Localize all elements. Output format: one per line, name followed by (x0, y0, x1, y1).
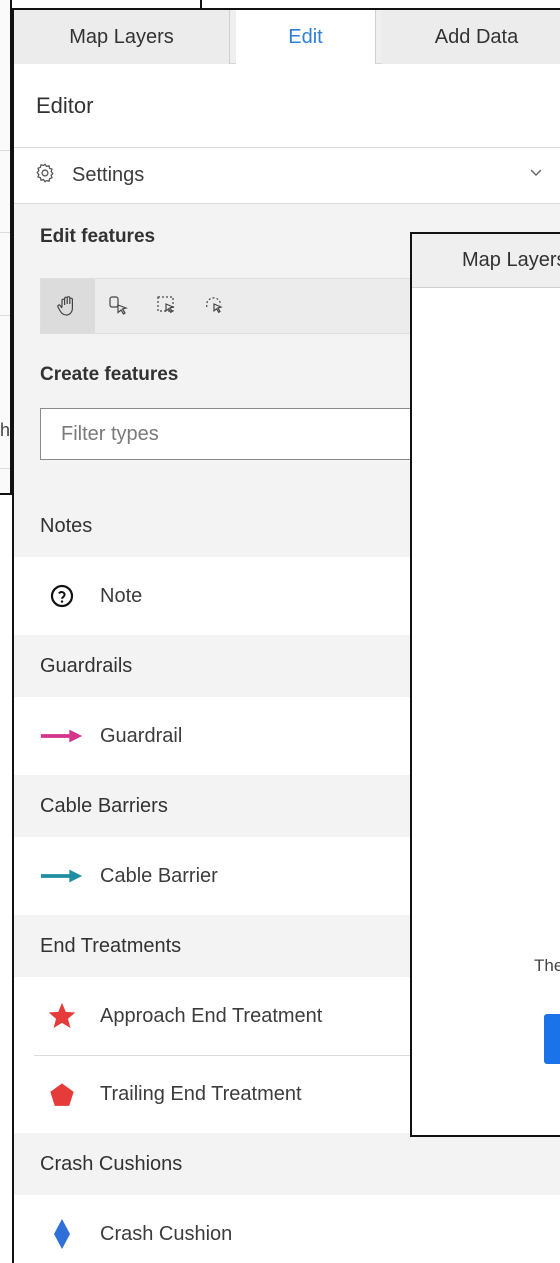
tab-add-data[interactable]: Add Data (382, 10, 560, 64)
feature-type-label: Approach End Treatment (100, 1004, 323, 1027)
panel-tabs: Map Layers Edit Add Data (14, 10, 560, 64)
edit-tools-toolbar (40, 278, 420, 334)
feature-type-crash-cushion[interactable]: Crash Cushion (14, 1195, 560, 1263)
overlay-primary-button[interactable] (544, 1014, 560, 1064)
overlay-tab-map-layers[interactable]: Map Layers (412, 234, 560, 288)
select-pointer-icon[interactable] (95, 279, 143, 333)
settings-label: Settings (72, 164, 145, 186)
pan-hand-icon[interactable] (41, 279, 95, 333)
overlay-window: Map Layers The (410, 232, 560, 1137)
feature-type-label: Note (100, 584, 143, 607)
rectangle-select-icon[interactable] (143, 279, 191, 333)
overlay-text-fragment: The (534, 956, 560, 975)
chevron-down-icon[interactable] (528, 164, 544, 185)
feature-type-label: Guardrail (100, 724, 183, 747)
feature-type-label: Cable Barrier (100, 864, 218, 887)
star-icon (40, 977, 84, 1055)
arrow-right-icon (40, 697, 84, 775)
editor-title: Editor (14, 64, 560, 148)
diamond-icon (40, 1195, 84, 1263)
filter-types-input[interactable] (40, 408, 420, 460)
pentagon-icon (40, 1056, 84, 1134)
question-circle-icon (40, 557, 84, 635)
background-text-fragment: h (0, 420, 11, 440)
arrow-right-icon (40, 837, 84, 915)
gear-icon (34, 162, 56, 189)
group-header-crash-cushions: Crash Cushions (14, 1133, 560, 1195)
feature-type-label: Trailing End Treatment (100, 1083, 302, 1105)
feature-type-label: Crash Cushion (100, 1222, 233, 1245)
tab-map-layers[interactable]: Map Layers (14, 10, 230, 64)
settings-toggle[interactable]: Settings (14, 148, 560, 204)
lasso-select-icon[interactable] (191, 279, 239, 333)
tab-edit[interactable]: Edit (236, 10, 376, 64)
